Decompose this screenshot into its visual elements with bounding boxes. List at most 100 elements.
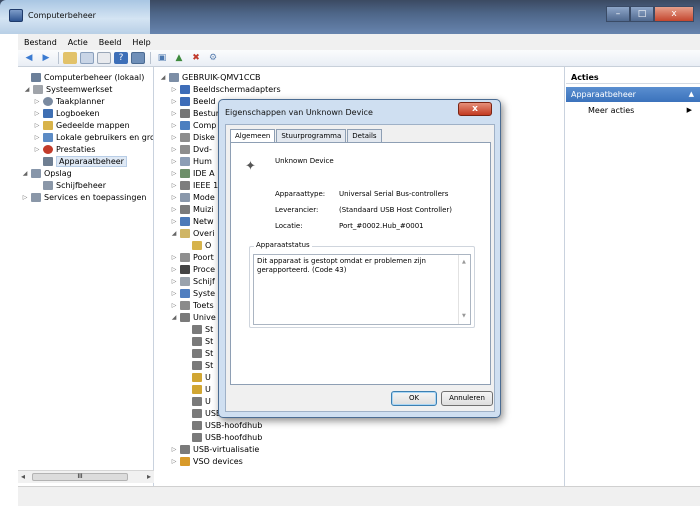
tree-expander[interactable]: ▷ bbox=[170, 278, 178, 285]
tree-expander[interactable]: ▷ bbox=[170, 98, 178, 105]
tree-expander[interactable]: ▷ bbox=[33, 98, 41, 105]
scroll-left-icon[interactable]: ◂ bbox=[21, 472, 25, 481]
device-tree-item[interactable]: ▷ Schijf bbox=[170, 275, 215, 287]
device-tree-item[interactable]: ▷ Proce bbox=[170, 263, 215, 275]
tree-item-logboeken[interactable]: ▷ Logboeken bbox=[33, 107, 100, 119]
tree-item-opslag[interactable]: ◢ Opslag bbox=[21, 167, 72, 179]
device-tree-item[interactable]: ▷ IEEE 1 bbox=[170, 179, 218, 191]
device-tree-item[interactable]: ▷ Syste bbox=[170, 287, 215, 299]
device-tree-item[interactable]: ▷ Muizi bbox=[170, 203, 214, 215]
scan-hardware-icon[interactable]: ▣ bbox=[155, 52, 169, 64]
device-tree-item[interactable]: St bbox=[182, 323, 213, 335]
tree-expander[interactable]: ▷ bbox=[170, 170, 178, 177]
tree-expander[interactable]: ◢ bbox=[21, 170, 29, 177]
tree-item-systeemwerkset[interactable]: ◢ Systeemwerkset bbox=[23, 83, 112, 95]
device-tree-item[interactable]: USB-hoofdhub bbox=[182, 431, 262, 443]
tree-expander[interactable]: ▷ bbox=[170, 134, 178, 141]
device-tree-item[interactable]: St bbox=[182, 359, 213, 371]
tree-expander[interactable]: ▷ bbox=[170, 446, 178, 453]
tab-details[interactable]: Details bbox=[347, 129, 382, 142]
device-tree-item[interactable]: ▷ VSO devices bbox=[170, 455, 243, 467]
device-tree-item[interactable]: ▷ Diske bbox=[170, 131, 215, 143]
tree-expander[interactable]: ▷ bbox=[170, 182, 178, 189]
tree-expander[interactable]: ▷ bbox=[170, 86, 178, 93]
device-tree-item[interactable]: U bbox=[182, 383, 211, 395]
device-tree-item[interactable]: ▷ IDE A bbox=[170, 167, 215, 179]
tree-expander[interactable]: ▷ bbox=[33, 122, 41, 129]
submenu-arrow-icon[interactable]: ▶ bbox=[687, 106, 692, 114]
device-tree-item[interactable]: ▷ Hum bbox=[170, 155, 212, 167]
update-driver-icon[interactable]: ▲ bbox=[172, 52, 186, 64]
device-tree-item[interactable]: U bbox=[182, 395, 211, 407]
tree-expander[interactable]: ▷ bbox=[170, 302, 178, 309]
menu-bestand[interactable]: Bestand bbox=[24, 38, 57, 47]
back-icon[interactable]: ◀ bbox=[22, 52, 36, 64]
tree-expander[interactable]: ◢ bbox=[159, 74, 167, 81]
show-hide-icon[interactable] bbox=[80, 52, 94, 64]
tree-expander[interactable]: ▷ bbox=[21, 194, 29, 201]
tree-expander[interactable]: ◢ bbox=[170, 314, 178, 321]
status-scrollbar[interactable]: ▲ ▼ bbox=[458, 255, 470, 324]
scroll-up-icon[interactable]: ▲ bbox=[462, 258, 466, 267]
tree-expander[interactable]: ◢ bbox=[170, 230, 178, 237]
dialog-close-button[interactable]: x bbox=[458, 102, 492, 116]
tree-expander[interactable]: ▷ bbox=[170, 458, 178, 465]
scroll-down-icon[interactable]: ▼ bbox=[462, 312, 466, 321]
more-actions-item[interactable]: Meer acties bbox=[588, 106, 634, 115]
tree-expander[interactable]: ▷ bbox=[170, 206, 178, 213]
actions-section-apparaatbeheer[interactable]: Apparaatbeheer ▲ bbox=[566, 87, 700, 102]
tree-item-schijfbeheer[interactable]: Schijfbeheer bbox=[33, 179, 106, 191]
device-tree-item[interactable]: ▷ Dvd- bbox=[170, 143, 212, 155]
collapse-arrow-icon[interactable]: ▲ bbox=[689, 87, 694, 102]
tree-expander[interactable]: ▷ bbox=[170, 194, 178, 201]
up-icon[interactable] bbox=[63, 52, 77, 64]
close-window-button[interactable]: x bbox=[654, 6, 694, 22]
device-tree-item[interactable]: ▷ Mode bbox=[170, 191, 215, 203]
tree-expander[interactable]: ▷ bbox=[170, 110, 178, 117]
tree-expander[interactable]: ▷ bbox=[33, 134, 41, 141]
device-tree-item[interactable]: ▷ Besturi bbox=[170, 107, 221, 119]
device-tree-item[interactable]: ▷ Beeldschermadapters bbox=[170, 83, 281, 95]
device-tree-item[interactable]: ▷ Comp bbox=[170, 119, 216, 131]
device-tree-item[interactable]: U bbox=[182, 371, 211, 383]
device-tree-item[interactable]: St bbox=[182, 335, 213, 347]
scroll-thumb[interactable]: III bbox=[32, 473, 128, 481]
device-tree-item[interactable]: ◢ Overi bbox=[170, 227, 214, 239]
tree-item-gedeelde-mappen[interactable]: ▷ Gedeelde mappen bbox=[33, 119, 130, 131]
tree-item-computerbeheer[interactable]: Computerbeheer (lokaal) bbox=[21, 71, 144, 83]
menu-help[interactable]: Help bbox=[132, 38, 150, 47]
tree-expander[interactable]: ▷ bbox=[170, 122, 178, 129]
device-tree-item[interactable]: St bbox=[182, 347, 213, 359]
device-tree-item[interactable]: ▷ Toets bbox=[170, 299, 214, 311]
maximize-button[interactable]: □ bbox=[630, 6, 654, 22]
tab-algemeen[interactable]: Algemeen bbox=[230, 129, 276, 143]
tree-expander[interactable]: ▷ bbox=[33, 110, 41, 117]
tree-expander[interactable]: ▷ bbox=[170, 290, 178, 297]
device-tree-item[interactable]: O bbox=[182, 239, 211, 251]
device-tree-item[interactable]: ▷ Beeld bbox=[170, 95, 216, 107]
device-tree-item[interactable]: ▷ Poort bbox=[170, 251, 214, 263]
device-tree-item[interactable]: USB-hoofdhub bbox=[182, 419, 262, 431]
tree-item-services[interactable]: ▷ Services en toepassingen bbox=[21, 191, 146, 203]
disable-icon[interactable]: ✖ bbox=[189, 52, 203, 64]
menu-actie[interactable]: Actie bbox=[68, 38, 88, 47]
tree-expander[interactable]: ▷ bbox=[170, 218, 178, 225]
tree-item-apparaatbeheer[interactable]: Apparaatbeheer bbox=[33, 155, 127, 167]
minimize-button[interactable]: – bbox=[606, 6, 630, 22]
forward-icon[interactable]: ▶ bbox=[39, 52, 53, 64]
device-status-textbox[interactable]: Dit apparaat is gestopt omdat er problem… bbox=[253, 254, 471, 325]
tree-expander[interactable]: ◢ bbox=[23, 86, 31, 93]
tree-expander[interactable]: ▷ bbox=[170, 158, 178, 165]
tree-expander[interactable]: ▷ bbox=[170, 254, 178, 261]
tree-item-lokale-gebruikers[interactable]: ▷ Lokale gebruikers en gro bbox=[33, 131, 153, 143]
tree-expander[interactable]: ▷ bbox=[170, 266, 178, 273]
uninstall-icon[interactable]: ⚙ bbox=[206, 52, 220, 64]
tree-item-prestaties[interactable]: ▷ Prestaties bbox=[33, 143, 95, 155]
scroll-right-icon[interactable]: ▸ bbox=[147, 472, 151, 481]
device-tree-item[interactable]: ▷ Netw bbox=[170, 215, 214, 227]
cancel-button[interactable]: Annuleren bbox=[441, 391, 493, 406]
tab-stuurprogramma[interactable]: Stuurprogramma bbox=[276, 129, 347, 142]
ok-button[interactable]: OK bbox=[391, 391, 437, 406]
export-icon[interactable] bbox=[97, 52, 111, 64]
device-tree-item[interactable]: ◢ GEBRUIK-QMV1CCB bbox=[159, 71, 261, 83]
